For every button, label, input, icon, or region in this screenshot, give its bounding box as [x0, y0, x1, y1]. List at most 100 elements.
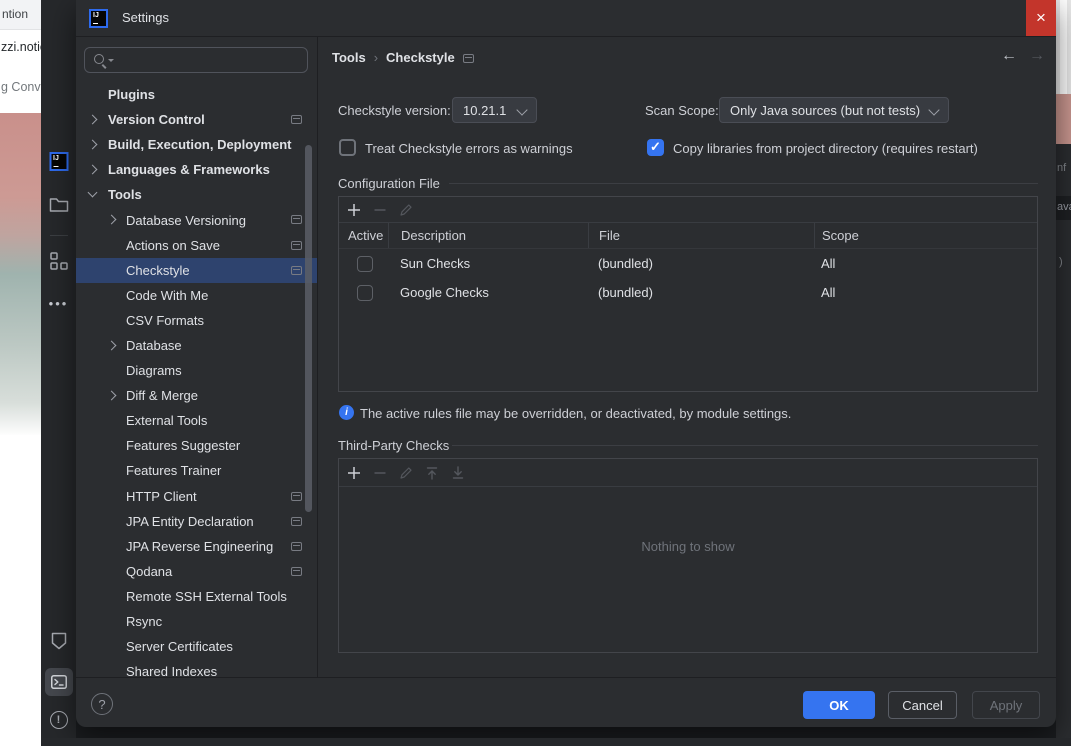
- intellij-logo-icon: [49, 152, 68, 171]
- settings-tree: Plugins Version Control Build, Execution, …: [76, 82, 317, 677]
- sidebar-item-plugins[interactable]: Plugins: [76, 82, 317, 107]
- move-up-button[interactable]: [424, 465, 440, 481]
- sidebar-item-database-versioning[interactable]: Database Versioning: [76, 207, 317, 232]
- breadcrumb-parent[interactable]: Tools: [332, 50, 366, 65]
- sidebar-item-checkstyle[interactable]: Checkstyle: [76, 257, 317, 283]
- sidebar-item-features-suggester[interactable]: Features Suggester: [76, 433, 317, 458]
- terminal-icon[interactable]: [44, 668, 73, 696]
- info-text: The active rules file may be overridden,…: [360, 406, 792, 421]
- sidebar-item-actions-on-save[interactable]: Actions on Save: [76, 233, 317, 258]
- sidebar-item-build-execution-deployment[interactable]: Build, Execution, Deployment: [76, 132, 317, 157]
- sidebar-item-languages-frameworks[interactable]: Languages & Frameworks: [76, 157, 317, 182]
- sidebar-item-diff-merge[interactable]: Diff & Merge: [76, 383, 317, 408]
- sidebar-item-label: Languages & Frameworks: [108, 162, 270, 178]
- remove-button[interactable]: [372, 465, 388, 481]
- sidebar-item-database[interactable]: Database: [76, 333, 317, 358]
- wallpaper-strip: [1056, 94, 1071, 144]
- sidebar-item-tools[interactable]: Tools: [76, 182, 317, 207]
- version-dropdown[interactable]: 10.21.1: [452, 97, 537, 123]
- forward-arrow-icon[interactable]: →: [1029, 47, 1045, 65]
- active-checkbox[interactable]: [357, 284, 373, 301]
- background-browser-window: ntion zzi.notion.sit g Conventio: [0, 0, 41, 746]
- copy-libraries-label[interactable]: Copy libraries from project directory (r…: [673, 141, 978, 156]
- settings-page-icon: [291, 240, 302, 250]
- sidebar-item-code-with-me[interactable]: Code With Me: [76, 283, 317, 308]
- problems-icon[interactable]: !: [49, 711, 68, 729]
- browser-url: zzi.notion.sit: [1, 40, 41, 54]
- sidebar-item-label: Plugins: [108, 87, 155, 103]
- back-arrow-icon[interactable]: ←: [1001, 47, 1017, 65]
- sidebar-item-jpa-reverse-engineering[interactable]: JPA Reverse Engineering: [76, 534, 317, 559]
- cancel-button[interactable]: Cancel: [888, 691, 957, 719]
- move-down-button[interactable]: [450, 465, 466, 481]
- remove-button[interactable]: [372, 202, 388, 218]
- project-folder-icon[interactable]: [49, 196, 69, 213]
- treat-errors-checkbox[interactable]: [339, 139, 356, 156]
- sidebar-item-label: Qodana: [126, 563, 173, 579]
- settings-page-icon: [291, 516, 302, 526]
- sidebar-item-label: CSV Formats: [126, 312, 205, 328]
- chevron-right-icon[interactable]: [87, 164, 98, 175]
- browser-page-text: g Conventio: [1, 80, 41, 94]
- scan-scope-dropdown[interactable]: Only Java sources (but not tests): [719, 97, 949, 123]
- sidebar-item-server-certificates[interactable]: Server Certificates: [76, 634, 317, 659]
- third-party-panel: Nothing to show: [338, 458, 1038, 653]
- browser-page-image: [0, 113, 41, 435]
- sidebar-item-jpa-entity-declaration[interactable]: JPA Entity Declaration: [76, 509, 317, 534]
- ok-button[interactable]: OK: [803, 691, 875, 719]
- editor-tab-fragment: ava: [1056, 196, 1071, 220]
- chevron-right-icon[interactable]: [87, 114, 98, 125]
- edit-button[interactable]: [398, 465, 414, 481]
- more-tool-windows-icon[interactable]: •••: [49, 296, 69, 311]
- search-box[interactable]: [84, 47, 308, 73]
- sidebar-item-label: Tools: [108, 187, 142, 203]
- table-row[interactable]: Google Checks (bundled) All: [339, 278, 1037, 307]
- sidebar-item-remote-ssh-external-tools[interactable]: Remote SSH External Tools: [76, 584, 317, 609]
- sidebar-item-label: Database Versioning: [126, 212, 246, 228]
- column-header-file: File: [588, 223, 814, 248]
- copy-libraries-checkbox[interactable]: [647, 139, 664, 156]
- sidebar-item-qodana[interactable]: Qodana: [76, 559, 317, 584]
- row-description: Sun Checks: [400, 256, 471, 271]
- sidebar-item-label: Code With Me: [126, 287, 209, 303]
- row-file: (bundled): [598, 285, 653, 300]
- sidebar-item-features-trainer[interactable]: Features Trainer: [76, 458, 317, 483]
- edit-button[interactable]: [398, 202, 414, 218]
- services-shield-icon[interactable]: [51, 632, 67, 650]
- add-button[interactable]: [346, 202, 362, 218]
- active-checkbox[interactable]: [357, 255, 373, 272]
- table-row[interactable]: Sun Checks (bundled) All: [339, 249, 1037, 278]
- help-button[interactable]: ?: [91, 693, 113, 715]
- sidebar-item-label: Checkstyle: [126, 262, 190, 278]
- settings-page-icon: [291, 265, 302, 275]
- editor-tab-text: ava: [1057, 201, 1071, 213]
- breadcrumb-separator-icon: ›: [373, 50, 379, 65]
- sidebar-item-csv-formats[interactable]: CSV Formats: [76, 308, 317, 333]
- structure-icon[interactable]: [49, 252, 68, 270]
- third-party-section-label: Third-Party Checks: [338, 438, 450, 453]
- sidebar-item-label: Remote SSH External Tools: [126, 588, 287, 604]
- add-button[interactable]: [346, 465, 362, 481]
- apply-button[interactable]: Apply: [972, 691, 1040, 719]
- close-button[interactable]: ×: [1026, 0, 1056, 36]
- chevron-right-icon[interactable]: [87, 139, 98, 150]
- search-options-caret-icon[interactable]: [108, 59, 114, 62]
- row-description: Google Checks: [400, 285, 489, 300]
- sidebar-item-version-control[interactable]: Version Control: [76, 107, 317, 132]
- sidebar-item-label: Build, Execution, Deployment: [108, 137, 292, 153]
- chevron-right-icon[interactable]: [106, 390, 117, 401]
- settings-sidebar: Plugins Version Control Build, Execution, …: [76, 37, 318, 677]
- sidebar-item-diagrams[interactable]: Diagrams: [76, 358, 317, 383]
- sidebar-item-shared-indexes[interactable]: Shared Indexes: [76, 659, 317, 677]
- sidebar-item-http-client[interactable]: HTTP Client: [76, 484, 317, 509]
- chevron-right-icon[interactable]: [106, 215, 117, 225]
- sidebar-item-label: Shared Indexes: [126, 664, 218, 677]
- treat-errors-label[interactable]: Treat Checkstyle errors as warnings: [365, 141, 573, 156]
- row-scope: All: [821, 256, 836, 271]
- sidebar-item-rsync[interactable]: Rsync: [76, 609, 317, 634]
- sidebar-item-external-tools[interactable]: External Tools: [76, 408, 317, 433]
- search-input[interactable]: [117, 50, 302, 70]
- chevron-down-icon[interactable]: [87, 187, 98, 198]
- sidebar-scrollbar[interactable]: [305, 145, 312, 512]
- chevron-right-icon[interactable]: [106, 340, 117, 351]
